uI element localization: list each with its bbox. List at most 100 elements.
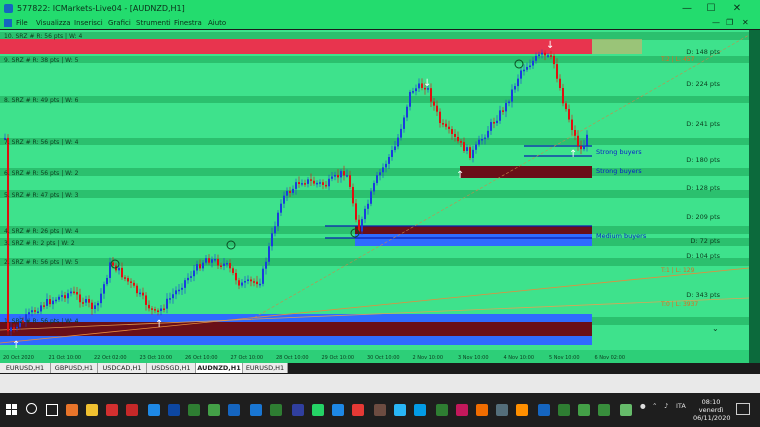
time-axis-label: 20 Oct 2020 [3,355,34,361]
candle-body [361,219,363,232]
candle-body [64,295,66,299]
metatrader-icon[interactable] [188,404,200,416]
close-button[interactable]: ✕ [726,0,748,17]
whatsapp-icon[interactable] [312,404,324,416]
candle-body [175,290,177,295]
candle-body [331,176,333,179]
candle-body [370,191,372,204]
tab-usdsgd[interactable]: USDSGD,H1 [147,363,196,373]
windows-start-icon[interactable] [6,404,18,416]
maximize-button[interactable]: ☐ [700,0,722,17]
tab-usdcad[interactable]: USDCAD,H1 [98,363,147,373]
tab-eurusd[interactable]: EURUSD,H1 [0,363,51,373]
menu-inserisci[interactable]: Inserisci [74,19,103,27]
time-axis-label: 28 Oct 10:00 [276,355,309,361]
candle-body [202,262,204,269]
minimize-button[interactable]: — [676,0,698,17]
trend-label: T:0 | L: 3937 [660,301,698,308]
candle-body [490,122,492,131]
candle-body [403,117,405,129]
candle-body [481,139,483,141]
menu-finestra[interactable]: Finestra [174,19,202,27]
menu-strumenti[interactable]: Strumenti [136,19,171,27]
candle-body [316,182,318,185]
candle-body [169,298,171,300]
candle-body [253,281,255,283]
chart-shift-arrow-icon[interactable]: ⌄ [712,324,719,333]
demand-zone-bottom-blue2 [0,336,592,345]
app-icon[interactable] [456,404,468,416]
app-icon[interactable] [106,404,118,416]
notifications-icon[interactable] [736,403,750,415]
candle-body [325,184,327,187]
menu-grafici[interactable]: Grafici [108,19,131,27]
tab-audnzd[interactable]: AUDNZD,H1 [196,363,243,373]
chart-close-button[interactable]: ✕ [742,18,749,27]
svg-text:↑: ↑ [155,319,163,330]
app-icon[interactable] [436,404,448,416]
candle-body [61,295,63,297]
candle-body [94,305,96,310]
firefox-icon[interactable] [66,404,78,416]
app-icon[interactable] [578,404,590,416]
app-icon[interactable] [270,404,282,416]
search-icon[interactable] [26,403,37,414]
app-icon[interactable] [126,404,138,416]
app-icon[interactable] [208,404,220,416]
tray-chevron-icon[interactable]: ⌃ [652,402,657,410]
candle-body [475,144,477,150]
candle-body [577,135,579,147]
app-icon[interactable] [168,404,180,416]
app-icon[interactable] [620,404,632,416]
chart-restore-button[interactable]: ❐ [726,18,733,27]
candle-body [313,180,315,184]
candle-body [472,149,474,158]
app-icon[interactable] [374,404,386,416]
app-icon[interactable] [496,404,508,416]
chart-minimize-button[interactable]: — [712,18,720,27]
clock-day: venerdì [698,406,724,414]
candle-body [487,130,489,138]
app-icon[interactable] [148,404,160,416]
candle-body [517,78,519,87]
candle-body [391,150,393,157]
app-icon[interactable] [516,404,528,416]
user-icon[interactable]: ● [640,402,646,410]
menu-file[interactable]: File [16,19,28,27]
file-explorer-icon[interactable] [86,404,98,416]
tab-eurusd-2[interactable]: EURUSD,H1 [243,363,288,373]
candle-body [574,130,576,136]
candle-body [151,308,153,310]
candle-body [274,226,276,234]
telegram-icon[interactable] [394,404,406,416]
app-icon[interactable] [228,404,240,416]
app-icon[interactable] [414,404,426,416]
distance-label: D: 343 pts [686,291,720,299]
app-icon[interactable] [292,404,304,416]
app-icon[interactable] [598,404,610,416]
menu-aiuto[interactable]: Aiuto [208,19,226,27]
menu-visualizza[interactable]: Visualizza [36,19,70,27]
app-icon[interactable] [476,404,488,416]
trend-label: T:1 | L: 129 [660,267,695,274]
candle-body [103,284,105,294]
app-icon[interactable] [352,404,364,416]
clock[interactable]: 08:10 venerdì 06/11/2020 [693,398,730,422]
distance-label: D: 209 pts [686,213,720,221]
app-icon[interactable] [558,404,570,416]
candle-body [271,233,273,247]
time-axis-label: 6 Nov 02:00 [595,355,626,361]
window-title: 577822: ICMarkets-Live04 - [AUDNZD,H1] [17,4,185,13]
clock-time: 08:10 [701,398,721,406]
app-icon[interactable] [332,404,344,416]
language-indicator[interactable]: ITA [676,402,686,410]
task-view-icon[interactable] [46,404,58,416]
tab-gbpusd[interactable]: GBPUSD,H1 [51,363,98,373]
candle-body [526,66,528,70]
speaker-icon[interactable]: ♪ [664,402,668,410]
candle-body [67,293,69,299]
app-icon[interactable] [250,404,262,416]
app-icon[interactable] [538,404,550,416]
price-chart[interactable]: ↑ ↑ ↑ ↑ ↓ ↓ 10. SRZ # R: 56 pts | W: 4 9… [0,30,760,363]
distance-label: D: 224 pts [686,80,720,88]
